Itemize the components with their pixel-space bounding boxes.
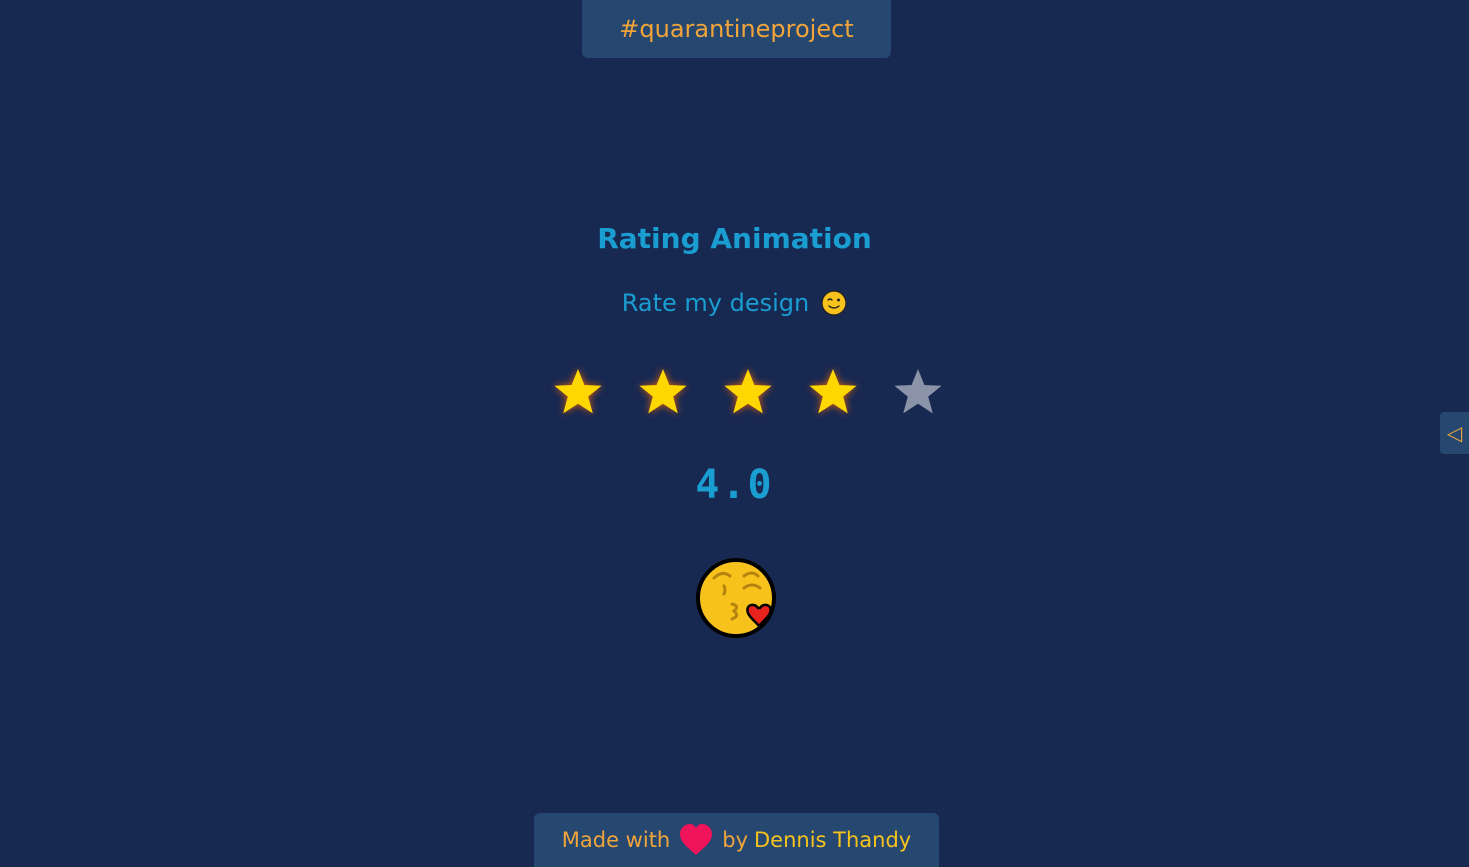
star-3[interactable] bbox=[722, 366, 774, 418]
star-2[interactable] bbox=[637, 366, 689, 418]
page-title: Rating Animation bbox=[597, 222, 872, 255]
star-icon bbox=[639, 369, 687, 414]
subtitle-text: Rate my design bbox=[621, 289, 810, 317]
triangle-left-icon: ◁ bbox=[1446, 421, 1463, 445]
star-4[interactable] bbox=[807, 366, 859, 418]
star-icon bbox=[554, 369, 602, 414]
star-icon bbox=[724, 369, 772, 414]
star-icon bbox=[809, 369, 857, 414]
page: #quarantineproject Rating Animation Rate… bbox=[0, 0, 1469, 867]
hashtag-link[interactable]: #quarantineproject bbox=[582, 0, 891, 58]
winking-face-icon bbox=[821, 290, 847, 316]
footer-made-with: Made with bbox=[561, 828, 671, 852]
kissing-face-with-heart-icon bbox=[696, 558, 776, 638]
author-link[interactable]: Dennis Thandy bbox=[754, 828, 911, 852]
star-1[interactable] bbox=[552, 366, 604, 418]
footer-by: by bbox=[722, 828, 748, 852]
star-icon bbox=[894, 369, 942, 414]
rating-score: 4.0 bbox=[695, 462, 774, 508]
heart-icon bbox=[680, 824, 713, 855]
footer: Made with by Dennis Thandy bbox=[534, 813, 939, 867]
side-panel-toggle[interactable]: ◁ bbox=[1440, 412, 1469, 454]
subtitle: Rate my design bbox=[0, 289, 1469, 317]
star-rating bbox=[552, 366, 944, 418]
star-5[interactable] bbox=[892, 366, 944, 418]
